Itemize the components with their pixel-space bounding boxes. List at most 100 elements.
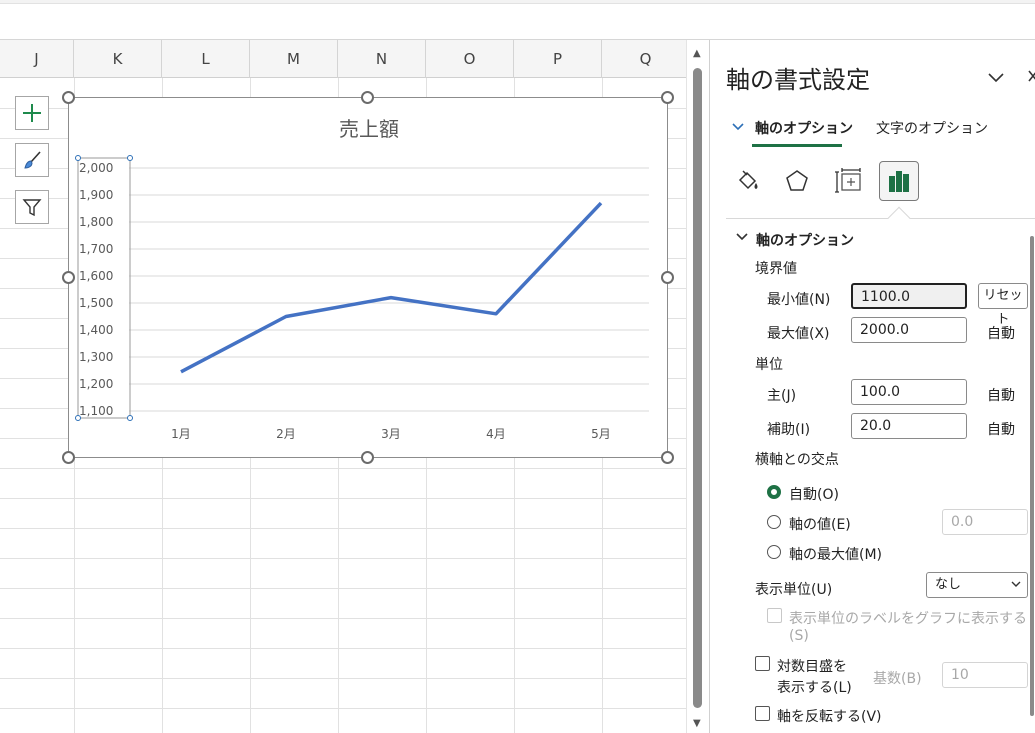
y-tick-label: 1,100: [79, 404, 113, 418]
section-axis-options[interactable]: 軸のオプション: [756, 230, 854, 250]
chart-elements-button[interactable]: [15, 96, 49, 130]
paint-bucket-icon: [738, 170, 758, 190]
axis-selection-handle: [75, 415, 81, 421]
chevron-down-icon[interactable]: [736, 229, 748, 245]
formula-bar-area: [0, 0, 1035, 40]
pane-title: 軸の書式設定: [726, 66, 870, 94]
pane-scrollbar[interactable]: [1028, 224, 1035, 729]
reverse-axis-checkbox[interactable]: [755, 706, 770, 721]
crosses-axis-value-input[interactable]: 0.0: [942, 509, 1028, 535]
major-unit-label: 主(J): [767, 388, 797, 404]
reset-button[interactable]: リセット: [978, 283, 1028, 327]
log-base-input[interactable]: 10: [942, 662, 1028, 688]
scroll-up-icon[interactable]: ▲: [693, 48, 701, 59]
scroll-down-icon[interactable]: ▼: [693, 718, 701, 729]
tab-axis-options[interactable]: 軸のオプション: [755, 118, 853, 138]
min-label: 最小値(N): [767, 292, 831, 308]
column-header-q[interactable]: Q: [602, 40, 686, 78]
resize-handle-bottom-left[interactable]: [62, 451, 75, 464]
grid-row-line: [0, 618, 686, 619]
column-header-l[interactable]: L: [162, 40, 250, 78]
crosses-axis-value-label[interactable]: 軸の値(E): [789, 514, 851, 534]
effects-button[interactable]: [777, 161, 817, 201]
resize-handle-right[interactable]: [661, 271, 674, 284]
pane-scrollbar-thumb[interactable]: [1030, 236, 1034, 716]
y-tick-label: 1,800: [79, 215, 113, 229]
show-display-units-shortcut: (S): [789, 628, 809, 644]
crosses-auto-label[interactable]: 自動(O): [789, 484, 839, 504]
column-header-m[interactable]: M: [250, 40, 338, 78]
format-axis-pane: 軸の書式設定 軸のオプション 文字のオプション 軸のオプション 境界値 最小値(…: [709, 40, 1035, 733]
line-chart[interactable]: 売上額 2,000 1,900 1,800 1,700 1,600 1,500 1,400 1,…: [68, 97, 668, 458]
axis-options-button[interactable]: [879, 161, 919, 201]
grid-row-line: [0, 678, 686, 679]
column-header-p[interactable]: P: [514, 40, 602, 78]
chart-filters-button[interactable]: [15, 190, 49, 224]
plus-icon: [23, 104, 41, 122]
paintbrush-icon: [24, 151, 41, 169]
grid-row-line: [0, 708, 686, 709]
active-pointer: [887, 206, 911, 230]
x-tick-label: 4月: [486, 427, 506, 441]
resize-handle-top-right[interactable]: [661, 91, 674, 104]
y-tick-label: 2,000: [79, 161, 113, 175]
crosses-axis-value-radio[interactable]: [767, 515, 781, 529]
minor-unit-input[interactable]: 20.0: [851, 413, 967, 439]
show-display-units-label: 表示単位のラベルをグラフに表示する: [789, 611, 1027, 627]
series-line: [180, 201, 603, 374]
resize-handle-left[interactable]: [62, 271, 75, 284]
x-tick-label: 2月: [276, 427, 296, 441]
display-units-label: 表示単位(U): [755, 582, 833, 598]
y-tick-label: 1,500: [79, 296, 113, 310]
chevron-down-icon[interactable]: [732, 120, 744, 134]
axis-selection-handle: [75, 155, 81, 161]
size-properties-button[interactable]: [829, 161, 869, 201]
close-icon[interactable]: [1028, 66, 1035, 87]
scrollbar-thumb[interactable]: [693, 68, 702, 708]
ribbon-edge: [0, 0, 1035, 4]
fill-line-button[interactable]: [728, 161, 768, 201]
major-auto-label: 自動: [987, 388, 1015, 404]
column-header-k[interactable]: K: [74, 40, 162, 78]
sheet-vertical-scrollbar[interactable]: ▲ ▼: [686, 40, 708, 733]
resize-handle-bottom-right[interactable]: [661, 451, 674, 464]
max-bound-input[interactable]: 2000.0: [851, 317, 967, 343]
display-units-value: なし: [935, 577, 962, 592]
grid-row-line: [0, 558, 686, 559]
chart-title: 売上額: [339, 117, 399, 141]
grid-row-line: [0, 468, 686, 469]
crosses-auto-radio[interactable]: [767, 485, 781, 499]
resize-handle-bottom[interactable]: [361, 451, 374, 464]
column-header-o[interactable]: O: [426, 40, 514, 78]
x-tick-label: 3月: [381, 427, 401, 441]
tab-text-options[interactable]: 文字のオプション: [876, 118, 988, 138]
bounds-heading: 境界値: [755, 261, 797, 277]
log-scale-checkbox[interactable]: [755, 656, 770, 671]
column-header-n[interactable]: N: [338, 40, 426, 78]
log-scale-label-line1[interactable]: 対数目盛を: [777, 656, 847, 676]
column-header-j[interactable]: J: [0, 40, 74, 78]
reverse-axis-label[interactable]: 軸を反転する(V): [777, 706, 882, 726]
min-bound-input[interactable]: 1100.0: [851, 283, 967, 309]
max-auto-label: 自動: [987, 326, 1015, 342]
chevron-down-icon[interactable]: [988, 68, 1004, 87]
y-tick-label: 1,200: [79, 377, 113, 391]
crosses-max-radio[interactable]: [767, 545, 781, 559]
chart-styles-button[interactable]: [15, 143, 49, 177]
chart-plot: 売上額 2,000 1,900 1,800 1,700 1,600 1,500 1,400 1,…: [75, 117, 649, 441]
major-unit-input[interactable]: 100.0: [851, 379, 967, 405]
show-display-units-checkbox[interactable]: [767, 608, 782, 623]
grid-row-line: [0, 648, 686, 649]
log-scale-label-line2[interactable]: 表示する(L): [777, 677, 852, 697]
resize-handle-top[interactable]: [361, 91, 374, 104]
y-tick-label: 1,900: [79, 188, 113, 202]
log-base-label: 基数(B): [873, 671, 922, 687]
active-tab-indicator: [752, 144, 842, 147]
minor-auto-label: 自動: [987, 422, 1015, 438]
axis-selection-handle: [127, 155, 133, 161]
column-header-row: J K L M N O P Q: [0, 40, 686, 78]
crosses-max-label[interactable]: 軸の最大値(M): [789, 544, 882, 564]
max-label: 最大値(X): [767, 326, 830, 342]
resize-handle-top-left[interactable]: [62, 91, 75, 104]
display-units-select[interactable]: なし: [926, 572, 1028, 598]
